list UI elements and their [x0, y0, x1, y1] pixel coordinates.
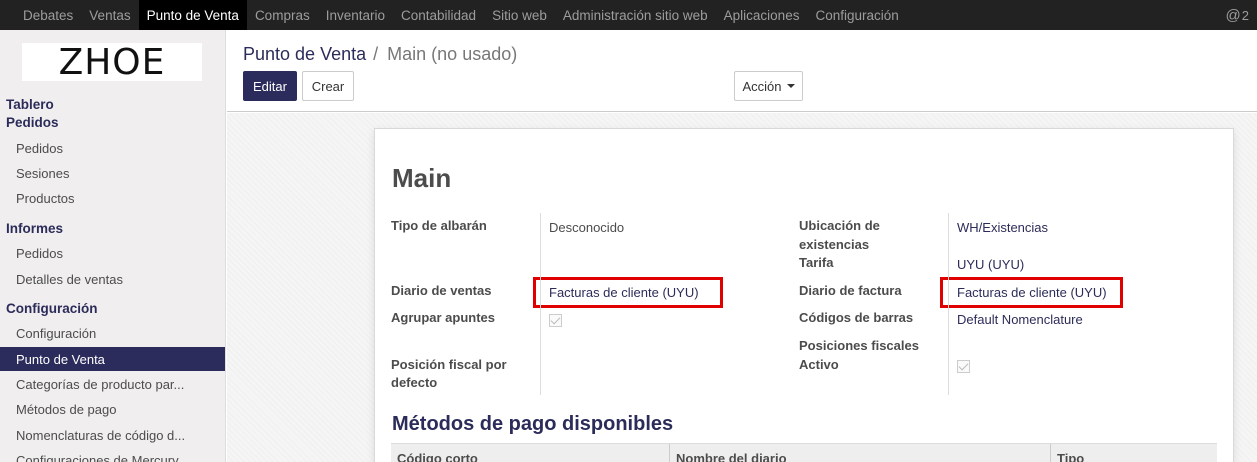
menu-contabilidad[interactable]: Contabilidad — [393, 0, 484, 30]
sidebar-item-informes-pedidos[interactable]: Pedidos — [0, 241, 225, 265]
agrupar-apuntes-label: Agrupar apuntes — [391, 310, 496, 325]
sidebar-item-sesiones[interactable]: Sesiones — [0, 161, 225, 185]
ubicacion-label-line2: existencias — [799, 237, 870, 252]
company-logo[interactable]: ZHOE — [22, 41, 202, 83]
tarifa-label: Tarifa — [799, 255, 834, 270]
sidebar-item-configuracion[interactable]: Configuración — [0, 321, 225, 345]
top-menu: Debates Ventas Punto de Venta Compras In… — [0, 0, 907, 30]
menu-aplicaciones[interactable]: Aplicaciones — [716, 0, 808, 30]
posicion-fiscal-label-line2: defecto — [391, 375, 438, 390]
posicion-fiscal-label-line1: Posición fiscal por — [391, 357, 507, 372]
highlight-box-diario-factura — [940, 277, 1123, 308]
sidebar-item-detalles-ventas[interactable]: Detalles de ventas — [0, 267, 225, 291]
menu-compras[interactable]: Compras — [247, 0, 318, 30]
sidebar-section-configuracion[interactable]: Configuración — [6, 301, 98, 316]
menu-punto-de-venta[interactable]: Punto de Venta — [138, 0, 247, 30]
top-navbar: Debates Ventas Punto de Venta Compras In… — [0, 0, 1257, 30]
sidebar-item-punto-de-venta[interactable]: Punto de Venta — [0, 347, 225, 371]
sidebar-item-categorias-producto[interactable]: Categorías de producto par... — [0, 372, 225, 396]
menu-ventas[interactable]: Ventas — [81, 0, 138, 30]
ubicacion-label-line1: Ubicación de — [799, 218, 880, 233]
tipo-albaran-value: Desconocido — [549, 220, 625, 235]
tarifa-value[interactable]: UYU (UYU) — [957, 255, 1024, 274]
action-label: Acción — [742, 78, 782, 94]
column-codigo-corto[interactable]: Código corto — [397, 451, 478, 462]
column-nombre-diario[interactable]: Nombre del diario — [676, 451, 787, 462]
column-divider — [669, 444, 670, 462]
control-panel: Punto de Venta / Main (no usado) Editar … — [227, 30, 1257, 112]
menu-configuracion[interactable]: Configuración — [807, 0, 906, 30]
payment-methods-table-header: Código corto Nombre del diario Tipo — [391, 443, 1217, 462]
notifications-button[interactable]: @ 2 — [1226, 0, 1257, 30]
create-button[interactable]: Crear — [302, 71, 354, 101]
logo-text: ZHOE — [58, 41, 166, 83]
menu-inventario[interactable]: Inventario — [318, 0, 393, 30]
breadcrumb-separator: / — [373, 44, 379, 64]
action-dropdown[interactable]: Acción — [734, 71, 803, 101]
highlight-box-diario-ventas — [533, 277, 723, 308]
sidebar-section-pedidos[interactable]: Pedidos — [6, 115, 59, 130]
menu-debates[interactable]: Debates — [15, 0, 81, 30]
menu-administracion-sitio-web[interactable]: Administración sitio web — [555, 0, 716, 30]
sidebar-item-mercury[interactable]: Configuraciones de Mercury... — [0, 448, 225, 462]
sidebar-item-nomenclaturas[interactable]: Nomenclaturas de código d... — [0, 423, 225, 447]
notification-count: 2 — [1241, 7, 1249, 23]
sidebar-item-metodos-pago[interactable]: Métodos de pago — [0, 397, 225, 421]
diario-factura-label: Diario de factura — [799, 283, 902, 298]
breadcrumb: Punto de Venta / Main (no usado) — [243, 44, 517, 65]
codigos-barras-label: Códigos de barras — [799, 310, 914, 325]
at-icon: @ — [1225, 6, 1241, 24]
posiciones-fiscales-label: Posiciones fiscales — [799, 338, 919, 353]
breadcrumb-parent[interactable]: Punto de Venta — [243, 44, 366, 64]
column-tipo[interactable]: Tipo — [1057, 451, 1084, 462]
edit-button[interactable]: Editar — [243, 71, 297, 101]
menu-sitio-web[interactable]: Sitio web — [484, 0, 555, 30]
column-divider — [1050, 444, 1051, 462]
sidebar-item-productos[interactable]: Productos — [0, 186, 225, 210]
ubicacion-value[interactable]: WH/Existencias — [957, 218, 1048, 237]
diario-ventas-label: Diario de ventas — [391, 283, 492, 298]
content-area: Main Tipo de albarán Desconocido Diario … — [227, 113, 1257, 462]
activo-checkbox[interactable] — [957, 360, 970, 373]
record-title: Main — [392, 163, 452, 193]
sidebar-section-tablero[interactable]: Tablero — [6, 97, 54, 112]
form-sheet: Main Tipo de albarán Desconocido Diario … — [374, 128, 1234, 462]
sidebar-section-informes[interactable]: Informes — [6, 221, 63, 236]
tipo-albaran-label: Tipo de albarán — [391, 218, 487, 233]
caret-down-icon — [786, 84, 795, 88]
payment-methods-title: Métodos de pago disponibles — [392, 413, 674, 435]
sidebar: ZHOE Tablero Pedidos Pedidos Sesiones Pr… — [0, 30, 226, 462]
right-column-divider — [948, 213, 949, 395]
agrupar-apuntes-checkbox[interactable] — [549, 314, 562, 327]
activo-label: Activo — [799, 357, 839, 372]
sidebar-item-pedidos[interactable]: Pedidos — [0, 136, 225, 160]
left-column-divider — [540, 213, 541, 395]
breadcrumb-current: Main (no usado) — [387, 44, 518, 64]
codigos-barras-value[interactable]: Default Nomenclature — [957, 310, 1083, 329]
